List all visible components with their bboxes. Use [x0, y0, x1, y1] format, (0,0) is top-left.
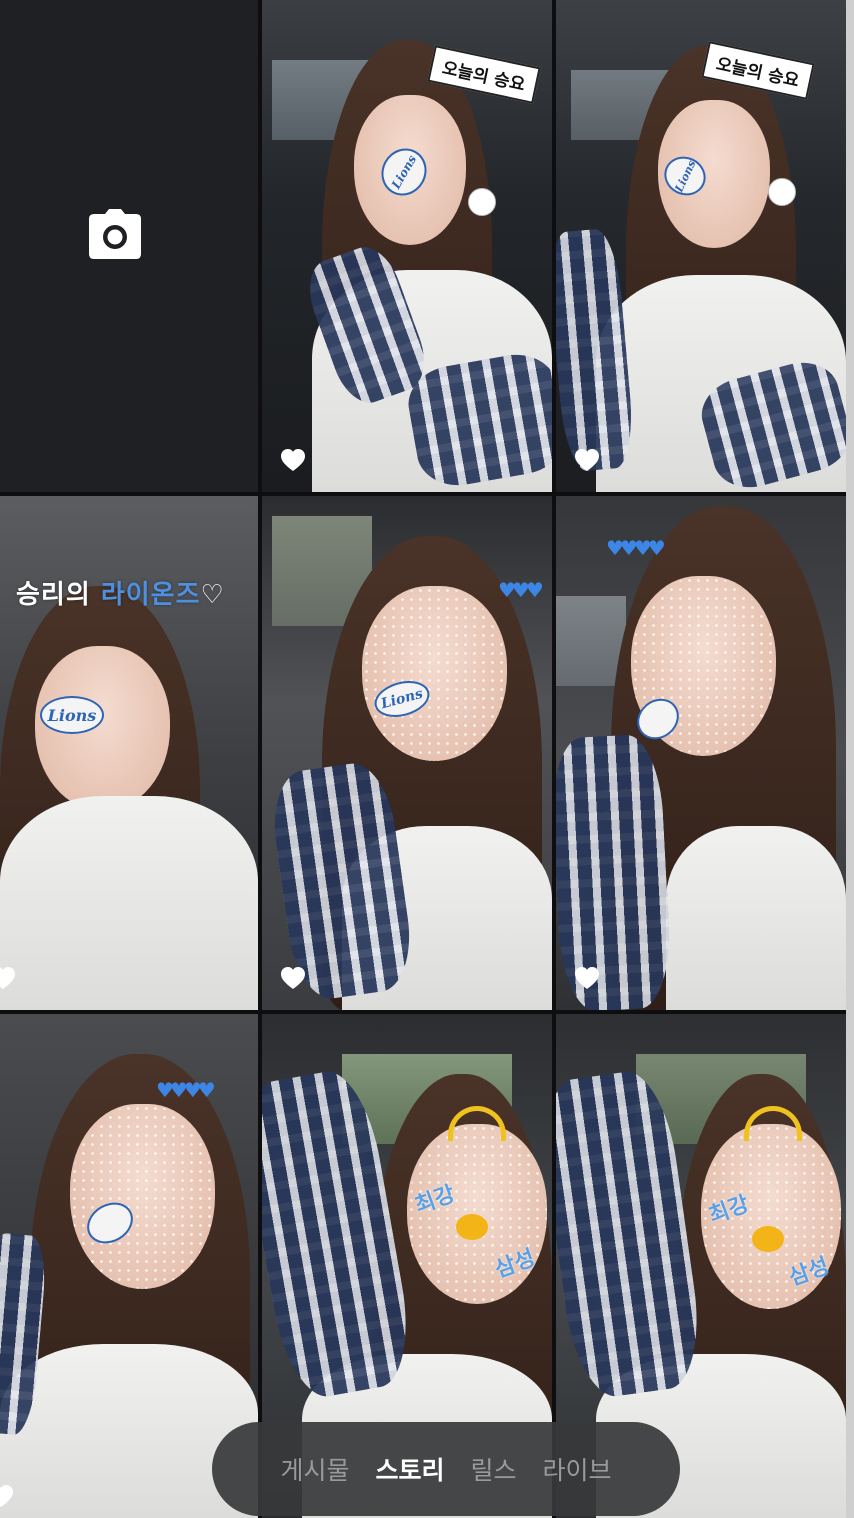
hearts-sticker: ♥♥♥♥ — [156, 1078, 216, 1102]
overlay-caption: 승리의 라이온즈♡ — [16, 580, 225, 610]
story-media-grid: 오늘의 승요 Lions 오늘의 승요 Lions 승리의 라이온즈♡ Lion… — [0, 0, 846, 1518]
story-thumbnail[interactable]: 오늘의 승요 Lions — [556, 0, 846, 492]
heart-icon[interactable] — [0, 1484, 14, 1508]
camera-icon[interactable] — [88, 208, 142, 260]
story-thumbnail[interactable]: 오늘의 승요 Lions — [262, 0, 552, 492]
tab-story[interactable]: 스토리 — [375, 1451, 444, 1487]
hearts-sticker: ♥♥♥♥ — [606, 536, 666, 560]
story-thumbnail[interactable]: ♥♥♥ Lions — [262, 496, 552, 1010]
lions-badge: Lions — [40, 696, 104, 734]
tab-posts[interactable]: 게시물 — [280, 1451, 349, 1487]
story-thumbnail[interactable]: 승리의 라이온즈♡ Lions — [0, 496, 258, 1010]
scroll-edge — [846, 0, 854, 1518]
baseball-sticker — [468, 188, 496, 216]
tab-reels[interactable]: 릴스 — [471, 1451, 517, 1487]
tab-live[interactable]: 라이브 — [543, 1451, 612, 1487]
content-type-tab-bar: 게시물 스토리 릴스 라이브 — [212, 1422, 680, 1516]
heart-icon[interactable] — [574, 966, 600, 990]
heart-icon[interactable] — [0, 966, 16, 990]
story-thumbnail[interactable]: ♥♥♥♥ — [556, 496, 846, 1010]
baseball-sticker — [768, 178, 796, 206]
nose-sticker — [456, 1214, 488, 1240]
heart-icon[interactable] — [280, 966, 306, 990]
camera-cell[interactable] — [0, 0, 258, 492]
heart-icon[interactable] — [574, 448, 600, 472]
hearts-sticker: ♥♥♥ — [498, 578, 544, 602]
nose-sticker — [752, 1226, 784, 1252]
heart-icon[interactable] — [280, 448, 306, 472]
